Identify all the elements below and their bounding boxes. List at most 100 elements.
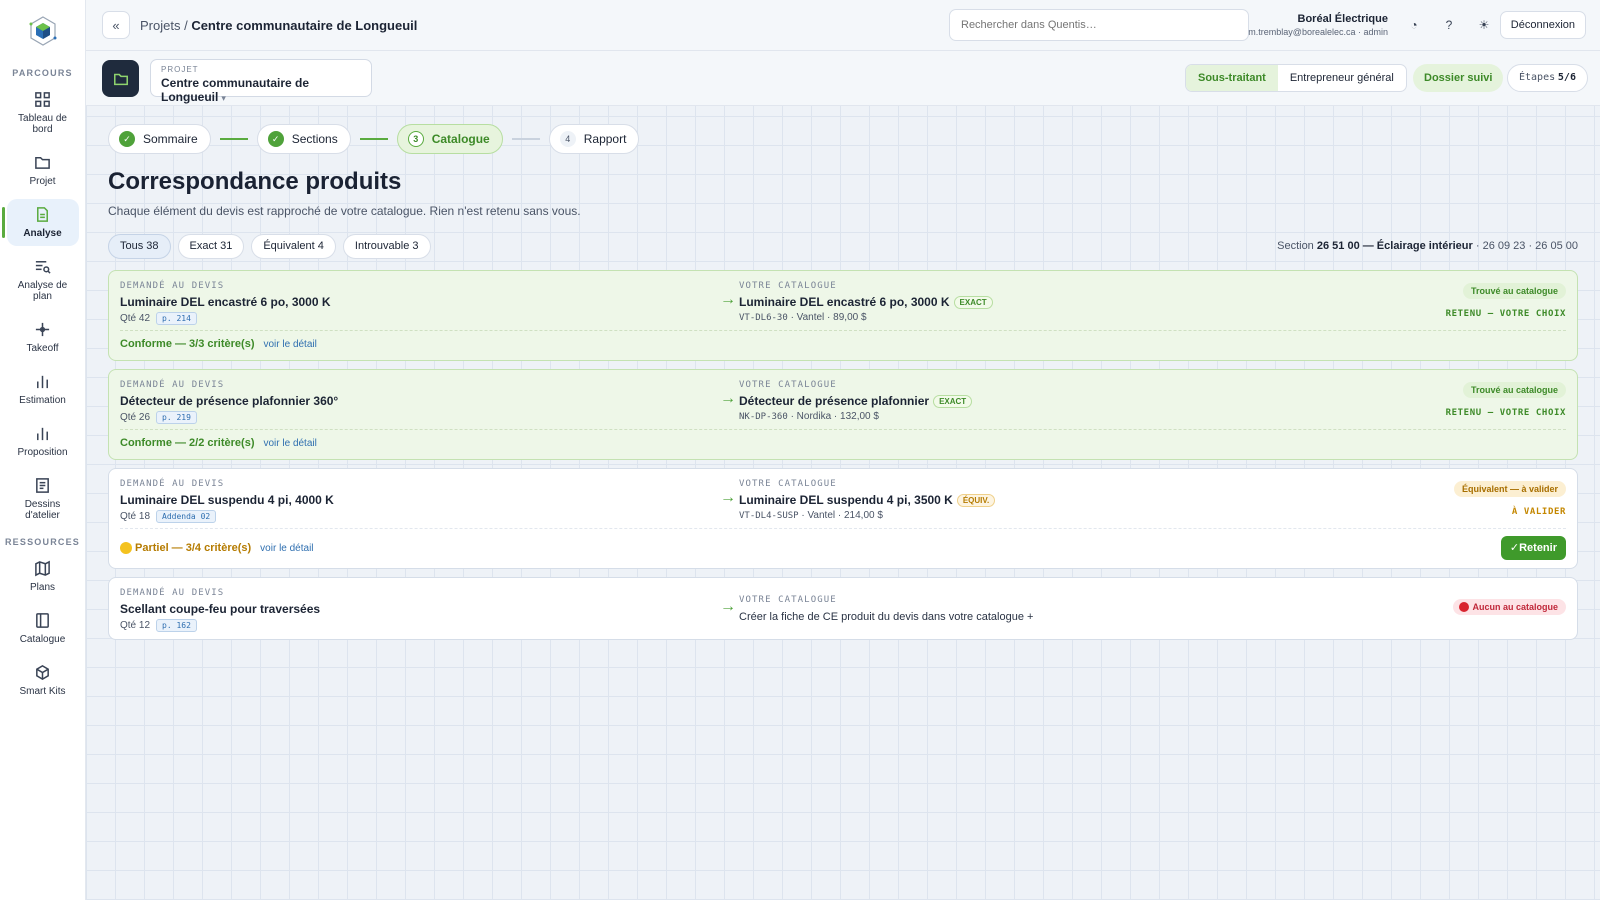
match-card: DEMANDÉ AU DEVIS Luminaire DEL suspendu … [108,468,1578,569]
catalog-label: VOTRE CATALOGUE [739,380,837,390]
step-report[interactable]: 4 Rapport [548,124,640,154]
filter-not-found[interactable]: Introuvable 3 [342,234,431,259]
sidebar-item-estimation[interactable]: Estimation [7,366,79,413]
page-title: Correspondance produits [108,168,402,195]
step-label: Rapport [583,132,627,146]
sidebar-item-shop-drawings[interactable]: Dessins d'atelier [7,470,79,528]
step-catalogue[interactable]: 3 Catalogue [396,124,503,154]
theme-toggle-icon[interactable]: ☀ [1474,15,1494,35]
sidebar-item-dashboard[interactable]: Tableau de bord [7,84,79,142]
breadcrumb-root[interactable]: Projets / [140,18,188,33]
addenda-tag[interactable]: Addenda 02 [156,510,217,523]
sidebar-item-plan-analysis[interactable]: Analyse de plan [7,251,79,309]
requested-name: Détecteur de présence plafonnier 360° [120,394,339,408]
decision-status: RETENU — VOTRE CHOIX [1445,309,1566,319]
arrow-right-icon: → [720,598,736,615]
sidebar-item-label: Projet [29,176,56,187]
catalog-label: VOTRE CATALOGUE [739,595,837,605]
app-logo-icon[interactable] [26,14,60,48]
section-suffix: · 26 09 23 · 26 05 00 [1475,240,1578,252]
sidebar-item-label: Catalogue [19,634,66,645]
role-subcontractor-button[interactable]: Sous-traitant [1186,65,1278,91]
match-card: DEMANDÉ AU DEVIS Scellant coupe-feu pour… [108,577,1578,640]
view-detail-link[interactable]: voir le détail [263,339,316,350]
check-icon: ✓ [267,131,284,147]
section-name: 26 51 00 — Éclairage intérieur [1316,240,1473,252]
status-badge: Trouvé au catalogue [1462,382,1566,398]
filter-chips: Tous 38 Exact 31 Équivalent 4 Introuvabl… [108,234,438,259]
sidebar-section-parcours: PARCOURS [12,68,73,78]
steps-counter: Étapes 5/6 [1507,64,1588,92]
match-badge: EXACT [953,295,993,309]
spec-page-tag[interactable]: p. 214 [156,312,197,325]
followed-badge[interactable]: Dossier suivi [1413,64,1504,92]
criteria-row: Partiel — 3/4 critère(s) voir le détail [120,542,314,554]
decision-status: À VALIDER [1511,507,1566,517]
sidebar-item-analysis[interactable]: Analyse [1,199,79,246]
catalog-code: NK-DP-360 [739,412,788,422]
document-icon [37,207,48,222]
sidebar-item-label: Analyse [23,228,62,239]
catalog-code: VT-DL4-SUSP [739,511,799,521]
project-bar: PROJET Centre communautaire de Longueuil… [86,51,1600,106]
card-divider [120,429,1566,430]
step-number: 4 [559,131,576,147]
catalog-name-row: Détecteur de présence plafonnier EXACT [739,394,973,408]
match-badge: EXACT [933,394,973,408]
collapse-sidebar-button[interactable]: « [102,11,130,39]
catalog-name: Détecteur de présence plafonnier [739,394,930,408]
create-catalog-entry-link[interactable]: Créer la fiche de CE produit du devis da… [739,611,1033,623]
folder-icon [35,157,50,169]
sidebar-item-plans[interactable]: Plans [7,553,79,600]
requested-name: Scellant coupe-feu pour traversées [120,602,321,616]
sidebar-item-label: Tableau de bord [18,113,67,135]
step-connector [511,138,540,140]
requested-label: DEMANDÉ AU DEVIS [120,588,225,598]
filter-exact[interactable]: Exact 31 [177,234,245,259]
catalog-label: VOTRE CATALOGUE [739,479,837,489]
keep-button[interactable]: ✓Retenir [1500,536,1566,560]
requested-item: DEMANDÉ AU DEVIS Luminaire DEL suspendu … [120,479,334,523]
search-input[interactable] [949,9,1249,41]
requested-name: Luminaire DEL suspendu 4 pi, 4000 K [120,493,334,507]
sidebar-item-takeoff[interactable]: Takeoff [7,314,79,361]
view-detail-link[interactable]: voir le détail [260,543,313,554]
requested-item: DEMANDÉ AU DEVIS Scellant coupe-feu pour… [120,588,320,632]
catalog-meta: VT-DL6-30 · Vantel · 89,00 $ [739,312,993,323]
step-sections[interactable]: ✓ Sections [256,124,351,154]
logout-button[interactable]: Déconnexion [1499,11,1586,39]
step-label: Sommaire [143,132,198,146]
help-icon[interactable]: ? [1439,15,1459,35]
bar-chart-icon [37,375,48,389]
sidebar-item-catalogue[interactable]: Catalogue [7,605,79,652]
spec-page-tag[interactable]: p. 219 [156,411,197,424]
catalog-item: VOTRE CATALOGUE Détecteur de présence pl… [739,380,973,422]
stepper: ✓ Sommaire ✓ Sections 3 Catalogue 4 Rapp… [108,124,640,154]
arrow-right-icon: → [720,390,736,407]
filter-equivalent[interactable]: Équivalent 4 [251,234,336,259]
sidebar-item-label: Dessins d'atelier [24,499,61,521]
step-summary[interactable]: ✓ Sommaire [108,124,211,154]
requested-qty: Qté 26 p. 219 [120,411,338,424]
sidebar-item-proposal[interactable]: Proposition [7,418,79,465]
grid-icon [35,92,50,107]
chevron-down-icon: ▾ [221,93,226,103]
decision-status: RETENU — VOTRE CHOIX [1445,408,1566,418]
list-search-icon [35,261,51,274]
sidebar-item-project[interactable]: Projet [7,147,79,194]
view-detail-link[interactable]: voir le détail [263,438,316,449]
sidebar-item-label: Proposition [17,447,68,458]
status-badge: Équivalent — à valider [1453,481,1566,497]
history-icon[interactable]: ◔ [1404,15,1424,35]
breadcrumb: Projets / Centre communautaire de Longue… [140,18,417,33]
filter-all[interactable]: Tous 38 [108,234,171,259]
requested-label: DEMANDÉ AU DEVIS [120,281,225,291]
role-general-contractor-button[interactable]: Entrepreneur général [1278,65,1406,91]
account-info: Boréal Électrique m.tremblay@borealelec.… [1248,13,1388,37]
book-icon [36,613,49,628]
spec-page-tag[interactable]: p. 162 [156,619,197,632]
project-select[interactable]: PROJET Centre communautaire de Longueuil… [150,59,372,104]
match-card: DEMANDÉ AU DEVIS Détecteur de présence p… [108,369,1578,460]
sidebar-item-smart-kits[interactable]: Smart Kits [7,657,79,704]
catalog-name: Luminaire DEL suspendu 4 pi, 3500 K [739,493,953,507]
